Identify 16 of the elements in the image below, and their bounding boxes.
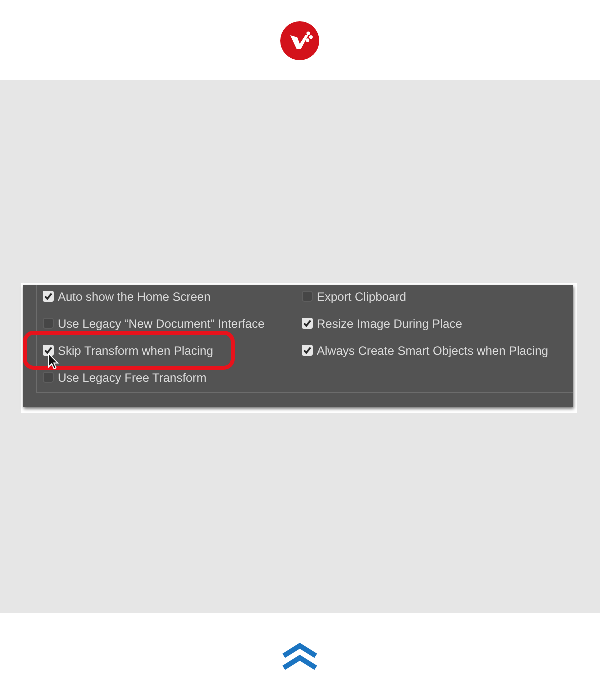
option-label: Skip Transform when Placing bbox=[58, 344, 214, 358]
option-label: Always Create Smart Objects when Placing bbox=[317, 344, 548, 358]
checkbox[interactable] bbox=[43, 372, 54, 383]
option-label: Use Legacy “New Document” Interface bbox=[58, 316, 265, 330]
double-chevron-up-icon[interactable] bbox=[282, 642, 318, 672]
option-label: Auto show the Home Screen bbox=[58, 290, 211, 304]
checkbox[interactable] bbox=[302, 345, 313, 356]
checkbox[interactable] bbox=[43, 318, 54, 329]
option-label: Use Legacy Free Transform bbox=[58, 370, 207, 384]
option-label: Resize Image During Place bbox=[317, 316, 462, 330]
checkbox[interactable] bbox=[302, 291, 313, 302]
checkbox[interactable] bbox=[43, 345, 54, 356]
logo-icon[interactable] bbox=[280, 21, 320, 61]
checkbox[interactable] bbox=[302, 318, 313, 329]
option-label: Export Clipboard bbox=[317, 290, 406, 304]
checkbox[interactable] bbox=[43, 291, 54, 302]
